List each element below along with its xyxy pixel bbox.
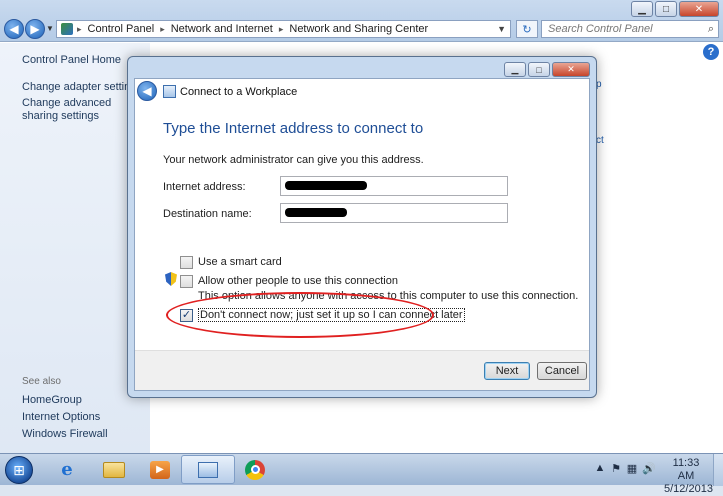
refresh-icon[interactable]: ↻	[516, 20, 538, 38]
redaction-mark	[285, 208, 347, 217]
highlight-ellipse	[166, 292, 434, 338]
start-button[interactable]: ⊞	[5, 456, 33, 484]
window-titlebar: ▁ □ ✕ ◀ ▶ ▼ ▸ Control Panel ▸ Network an…	[0, 0, 723, 42]
address-bar[interactable]: ▸ Control Panel ▸ Network and Internet ▸…	[56, 20, 511, 38]
breadcrumb-network-sharing-center[interactable]: Network and Sharing Center	[283, 23, 434, 35]
network-status-icon[interactable]: ▦	[626, 462, 638, 475]
address-dropdown-icon[interactable]: ▼	[493, 24, 510, 34]
back-arrow-icon[interactable]: ◀	[137, 81, 157, 101]
smart-card-checkbox[interactable]	[180, 256, 193, 269]
maximize-button[interactable]: □	[655, 1, 677, 17]
notification-area: ▲ ⚑ ▦ 🔊	[594, 462, 656, 475]
dialog-close-button[interactable]: ✕	[552, 62, 590, 77]
connect-workplace-dialog: ▁ □ ✕ ◀ Connect to a Workplace Type the …	[127, 56, 597, 398]
breadcrumb-network-and-internet[interactable]: Network and Internet	[165, 23, 279, 35]
link-internet-options[interactable]: Internet Options	[22, 411, 100, 423]
dialog-maximize-button[interactable]: □	[528, 62, 550, 77]
next-button[interactable]: Next	[484, 362, 530, 380]
window-controls: ▁ □ ✕	[629, 1, 719, 17]
search-placeholder: Search Control Panel	[548, 23, 653, 35]
link-change-adapter-settings[interactable]: Change adapter settings	[22, 81, 142, 93]
breadcrumb-control-panel[interactable]: Control Panel	[82, 23, 161, 35]
dialog-content: ◀ Connect to a Workplace Type the Intern…	[134, 78, 590, 391]
dialog-title: Connect to a Workplace	[180, 86, 298, 98]
link-windows-firewall[interactable]: Windows Firewall	[22, 428, 108, 440]
clock-time: 11:33 AM	[672, 457, 700, 482]
dialog-minimize-button[interactable]: ▁	[504, 62, 526, 77]
taskbar: ⊞ e ▶ ▲ ⚑ ▦ 🔊 11:33 AM 5/12/2013	[0, 453, 723, 495]
forward-arrow-icon[interactable]: ▶	[25, 19, 45, 39]
show-hidden-icons-icon[interactable]: ▲	[594, 462, 606, 475]
dialog-footer: Next Cancel	[135, 350, 589, 390]
google-chrome-icon[interactable]	[228, 455, 282, 484]
cancel-button[interactable]: Cancel	[537, 362, 587, 380]
page-heading: Type the Internet address to connect to	[163, 120, 424, 137]
search-icon[interactable]: ⌕	[708, 23, 714, 36]
allow-others-checkbox[interactable]	[180, 275, 193, 288]
allow-others-label[interactable]: Allow other people to use this connectio…	[198, 275, 398, 287]
recent-pages-dropdown-icon[interactable]: ▼	[46, 24, 54, 33]
link-change-advanced-sharing[interactable]: Change advanced sharing settings	[22, 97, 132, 123]
internet-explorer-icon[interactable]: e	[40, 455, 94, 484]
dialog-header: ◀ Connect to a Workplace	[135, 79, 589, 107]
search-input[interactable]: Search Control Panel ⌕	[541, 20, 719, 38]
show-desktop-button[interactable]	[713, 454, 723, 486]
minimize-button[interactable]: ▁	[631, 1, 653, 17]
control-panel-icon	[61, 23, 73, 35]
destination-name-label: Destination name:	[163, 208, 252, 220]
info-text: Your network administrator can give you …	[163, 154, 424, 166]
clock[interactable]: 11:33 AM 5/12/2013	[664, 457, 713, 496]
right-pane-link-fragment[interactable]: ct	[596, 135, 604, 146]
network-connections-icon[interactable]	[181, 455, 235, 484]
dialog-window-controls: ▁ □ ✕	[502, 62, 590, 77]
internet-address-input[interactable]	[280, 176, 508, 196]
help-icon[interactable]: ?	[703, 44, 719, 60]
destination-name-input[interactable]	[280, 203, 508, 223]
internet-address-label: Internet address:	[163, 181, 246, 193]
see-also-label: See also	[22, 376, 61, 387]
redaction-mark	[285, 181, 367, 190]
action-center-flag-icon[interactable]: ⚑	[610, 462, 622, 475]
uac-shield-icon	[165, 272, 177, 286]
link-homegroup[interactable]: HomeGroup	[22, 394, 82, 406]
smart-card-label[interactable]: Use a smart card	[198, 256, 282, 268]
close-button[interactable]: ✕	[679, 1, 719, 17]
link-control-panel-home[interactable]: Control Panel Home	[22, 54, 121, 66]
workplace-connection-icon	[163, 85, 176, 98]
media-player-icon[interactable]: ▶	[133, 455, 187, 484]
back-arrow-icon[interactable]: ◀	[4, 19, 24, 39]
volume-icon[interactable]: 🔊	[642, 462, 656, 475]
